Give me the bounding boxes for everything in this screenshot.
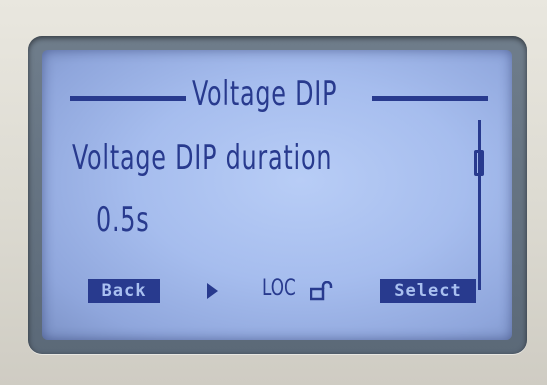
play-arrow-icon [207, 283, 218, 299]
title-rule-left [70, 96, 186, 101]
select-softkey[interactable]: Select [380, 279, 476, 303]
parameter-label: Voltage DIP duration [72, 138, 333, 178]
scrollbar-track[interactable] [478, 120, 486, 290]
lcd-screen: Voltage DIP Voltage DIP duration 0.5s Ba… [42, 50, 512, 340]
parameter-value[interactable]: 0.5s [96, 200, 149, 240]
back-softkey[interactable]: Back [88, 279, 160, 303]
scrollbar-thumb[interactable] [474, 150, 484, 176]
screen-title: Voltage DIP [192, 74, 338, 114]
lock-status-label: LOC [262, 276, 296, 301]
unlocked-padlock-icon [310, 281, 333, 301]
title-rule-right [372, 96, 488, 101]
